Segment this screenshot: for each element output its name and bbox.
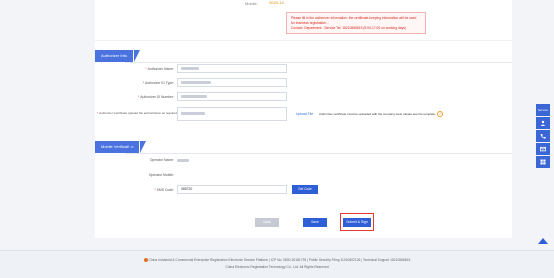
footer-line-2: China Electronic Registration Technology… (225, 265, 329, 269)
user-icon[interactable] (536, 117, 550, 129)
operator-mobile-label: Operator Mobile: (148, 173, 174, 177)
service-icon[interactable]: Service (536, 104, 550, 116)
operator-name-label: Operator Name: (149, 158, 174, 162)
notice-line-2: Contact: Department - Service Tel: 18210… (291, 26, 407, 30)
upload-hint-text: Authorizer certificate must be uploaded … (319, 112, 436, 116)
authorizer-section-header: Authorizer Info (95, 47, 512, 65)
footer-line-1: China Industrial & Commercial Enterprise… (0, 258, 554, 263)
main-card: Authorizer Info *Authorizer Name: *Autho… (95, 40, 512, 238)
grid-icon[interactable] (536, 156, 550, 168)
authorizer-certificate-label: *Authorizer Certificate (upload the auth… (97, 111, 179, 115)
authorizer-certificate-upload[interactable] (177, 107, 287, 121)
top-card: Mobile: 2023-14 Please fill in the autho… (95, 0, 512, 40)
mail-icon[interactable] (536, 143, 550, 155)
authorizer-id-type-label: *Authorizer ID Type: (142, 81, 174, 85)
mobile-section-title: Mobile Verification (95, 141, 148, 153)
page-footer: China Industrial & Commercial Enterprise… (0, 250, 554, 278)
operator-name-value (177, 158, 189, 162)
get-sms-code-button[interactable]: Get Code (292, 185, 318, 194)
top-label: Mobile: (245, 1, 258, 6)
section-divider (125, 62, 512, 63)
authorizer-name-label: *Authorizer Name: (145, 67, 174, 71)
back-button[interactable]: Back (255, 218, 279, 227)
highlight-box (340, 213, 374, 231)
police-badge-icon (143, 258, 148, 263)
mobile-section-header: Mobile Verification (95, 138, 512, 156)
section-divider (125, 153, 512, 154)
phone-icon[interactable] (536, 130, 550, 142)
authorizer-name-input[interactable] (177, 64, 287, 73)
notice-line-1: Please fill in the authorizer informatio… (291, 16, 417, 25)
notice-box: Please fill in the authorizer informatio… (286, 12, 426, 34)
question-circle-icon[interactable]: ? (437, 111, 443, 117)
save-button[interactable]: Save (303, 218, 327, 227)
sms-code-label: *SMS Code: (154, 188, 174, 192)
authorizer-id-type-input[interactable] (177, 78, 287, 87)
sms-code-input[interactable]: 085720 (177, 185, 287, 194)
authorizer-id-number-input[interactable] (177, 92, 287, 101)
upload-file-link[interactable]: Upload File (296, 112, 313, 116)
back-to-top-icon[interactable] (538, 238, 548, 244)
authorizer-id-number-label: *Authorizer ID Number: (137, 95, 174, 99)
top-value: 2023-14 (269, 0, 284, 5)
